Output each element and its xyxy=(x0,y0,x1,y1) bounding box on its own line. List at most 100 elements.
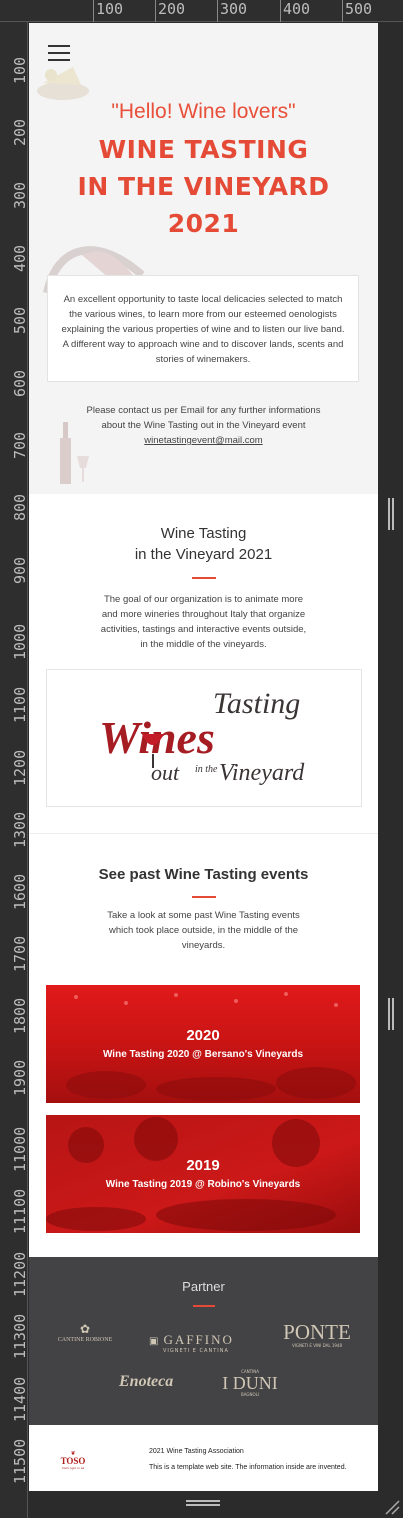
hero-intro: "Hello! Wine lovers" xyxy=(111,100,296,123)
ruler-label: 500 xyxy=(11,306,29,334)
partner-logo-duni[interactable]: CANTINA I DUNI BAGNOLI xyxy=(220,1369,280,1397)
event-year: 2019 xyxy=(186,1157,220,1174)
section-title-line: in the Vineyard 2021 xyxy=(134,546,273,563)
hero-title: WINE TASTING IN THE VINEYARD 2021 xyxy=(29,131,378,242)
hero-title-line: WINE TASTING xyxy=(98,135,309,164)
ruler-label: 200 xyxy=(158,0,186,18)
partner-name: GAFFINO xyxy=(163,1332,234,1347)
ruler-label: 1800 xyxy=(11,997,29,1034)
logo-tasting: Tasting xyxy=(213,687,300,720)
partners-title: Partner xyxy=(182,1279,225,1294)
text-line: Take a look at some past Wine Tasting ev… xyxy=(107,910,300,921)
ruler-label: 100 xyxy=(96,0,124,18)
event-photo-2020 xyxy=(46,985,360,1103)
footer-disclaimer: This is a template web site. The informa… xyxy=(149,1464,347,1471)
resize-handle-right[interactable] xyxy=(388,498,394,530)
page-viewport: "Hello! Wine lovers" WINE TASTING IN THE… xyxy=(29,23,378,1491)
ruler-label: 1200 xyxy=(11,749,29,786)
text-line: activities, tastings and interactive eve… xyxy=(100,624,307,635)
logo-artwork: Tasting Wines out in the Vineyard xyxy=(99,687,305,786)
about-section: Wine Tasting in the Vineyard 2021 The go… xyxy=(29,494,378,834)
logo-vineyard: Vineyard xyxy=(219,760,305,786)
toso-logo[interactable]: ❦ TOSO Vivili ogni in sé xyxy=(51,1450,95,1478)
ruler-label: 1100 xyxy=(11,686,29,723)
past-events-section: See past Wine Tasting events Take a look… xyxy=(29,834,378,1257)
text-line: The goal of our organization is to anima… xyxy=(103,594,304,605)
ruler-label: 300 xyxy=(11,181,29,209)
logo-out: out xyxy=(151,760,180,785)
section-divider xyxy=(193,1305,215,1307)
section-title: Wine Tasting in the Vineyard 2021 xyxy=(29,523,378,565)
tasting-wines-logo: Tasting Wines out in the Vineyard xyxy=(46,669,362,807)
event-name: Wine Tasting 2019 @ Robino's Vineyards xyxy=(105,1179,301,1190)
event-photo-2019 xyxy=(46,1115,360,1233)
toso-logo-text: TOSO xyxy=(60,1456,86,1466)
text-line: and more wineries throughout Italy that … xyxy=(101,609,306,620)
contact-line: about the Wine Tasting out in the Vineya… xyxy=(101,420,306,431)
ruler-label: 1900 xyxy=(11,1059,29,1096)
logo-in-the: in the xyxy=(195,764,218,775)
ruler-label: 11100 xyxy=(11,1188,29,1234)
page-footer: ❦ TOSO Vivili ogni in sé 2021 Wine Tasti… xyxy=(29,1425,378,1491)
resize-handle-bottom[interactable] xyxy=(186,1500,220,1506)
ruler-label: 500 xyxy=(345,0,373,18)
ruler-label: 11000 xyxy=(11,1126,29,1172)
event-description: An excellent opportunity to taste local … xyxy=(61,294,345,365)
resize-corner-icon[interactable] xyxy=(384,1499,400,1515)
ruler-label: 800 xyxy=(11,493,29,521)
text-line: in the middle of the vineyards. xyxy=(140,639,267,650)
event-card-2020[interactable]: 2020 Wine Tasting 2020 @ Bersano's Viney… xyxy=(46,985,360,1103)
ruler-label: 400 xyxy=(283,0,311,18)
section-text: The goal of our organization is to anima… xyxy=(69,592,338,652)
partner-name: PONTE xyxy=(283,1320,351,1344)
hero-title-line: 2021 xyxy=(167,209,240,238)
resize-handle-right-lower[interactable] xyxy=(388,998,394,1030)
partner-name: CANTINE ROBIONE xyxy=(57,1337,113,1343)
section-divider xyxy=(192,896,216,898)
ruler-label: 600 xyxy=(11,369,29,397)
section-title: See past Wine Tasting events xyxy=(98,866,309,883)
footer-text: 2021 Wine Tasting Association This is a … xyxy=(149,1444,347,1476)
event-card-2019[interactable]: 2019 Wine Tasting 2019 @ Robino's Vineya… xyxy=(46,1115,360,1233)
toso-logo-tagline: Vivili ogni in sé xyxy=(61,1466,85,1470)
ruler-label: 300 xyxy=(220,0,248,18)
ruler-left: 100 200 300 400 500 600 700 800 900 1000… xyxy=(0,22,29,1518)
event-description-box: An excellent opportunity to taste local … xyxy=(47,275,359,382)
ruler-label: 1000 xyxy=(11,623,29,660)
section-divider xyxy=(192,577,216,579)
partner-subtitle: VIGNETI E CANTINA xyxy=(163,1348,229,1354)
footer-copyright: 2021 Wine Tasting Association xyxy=(149,1448,244,1455)
ruler-label: 11500 xyxy=(11,1438,29,1484)
email-link[interactable]: winetastingevent@mail.com xyxy=(144,435,262,446)
robione-emblem-icon: ✿ xyxy=(79,1322,91,1336)
menu-icon[interactable] xyxy=(48,45,70,63)
partner-logo-robione[interactable]: ✿ CANTINE ROBIONE xyxy=(49,1323,121,1343)
ruler-label: 1700 xyxy=(11,935,29,972)
gaffino-emblem-icon: ▣ xyxy=(149,1336,159,1347)
hero-title-line: IN THE VINEYARD xyxy=(77,172,330,201)
ruler-label: 200 xyxy=(11,118,29,146)
ruler-top: 100 200 300 400 500 xyxy=(0,0,403,22)
partner-logo-enoteca[interactable]: Enoteca xyxy=(119,1373,173,1391)
section-text: Take a look at some past Wine Tasting ev… xyxy=(69,908,338,953)
ruler-label: 1600 xyxy=(11,873,29,910)
contact-line: Please contact us per Email for any furt… xyxy=(86,405,321,416)
hero-section: "Hello! Wine lovers" WINE TASTING IN THE… xyxy=(29,23,378,494)
event-name: Wine Tasting 2020 @ Bersano's Vineyards xyxy=(102,1049,304,1060)
ruler-label: 900 xyxy=(11,556,29,584)
partner-logo-gaffino[interactable]: ▣ GAFFINO VIGNETI E CANTINA xyxy=(149,1329,234,1354)
section-title-line: Wine Tasting xyxy=(160,525,247,542)
ruler-label: 700 xyxy=(11,431,29,459)
ruler-label: 11300 xyxy=(11,1313,29,1359)
text-line: vineyards. xyxy=(181,940,226,951)
ruler-label: 100 xyxy=(11,56,29,84)
ruler-label: 11400 xyxy=(11,1376,29,1422)
contact-info: Please contact us per Email for any furt… xyxy=(29,403,378,448)
event-year: 2020 xyxy=(186,1027,220,1044)
text-line: which took place outside, in the middle … xyxy=(108,925,299,936)
ruler-label: 1300 xyxy=(11,811,29,848)
partner-name: I DUNI xyxy=(222,1373,278,1393)
partner-logo-ponte[interactable]: PONTE VIGNETI E VINI DAL 1948 xyxy=(278,1321,356,1348)
partners-section: Partner ✿ CANTINE ROBIONE ▣ GAFFINO VIGN… xyxy=(29,1257,378,1425)
ruler-label: 11200 xyxy=(11,1251,29,1297)
